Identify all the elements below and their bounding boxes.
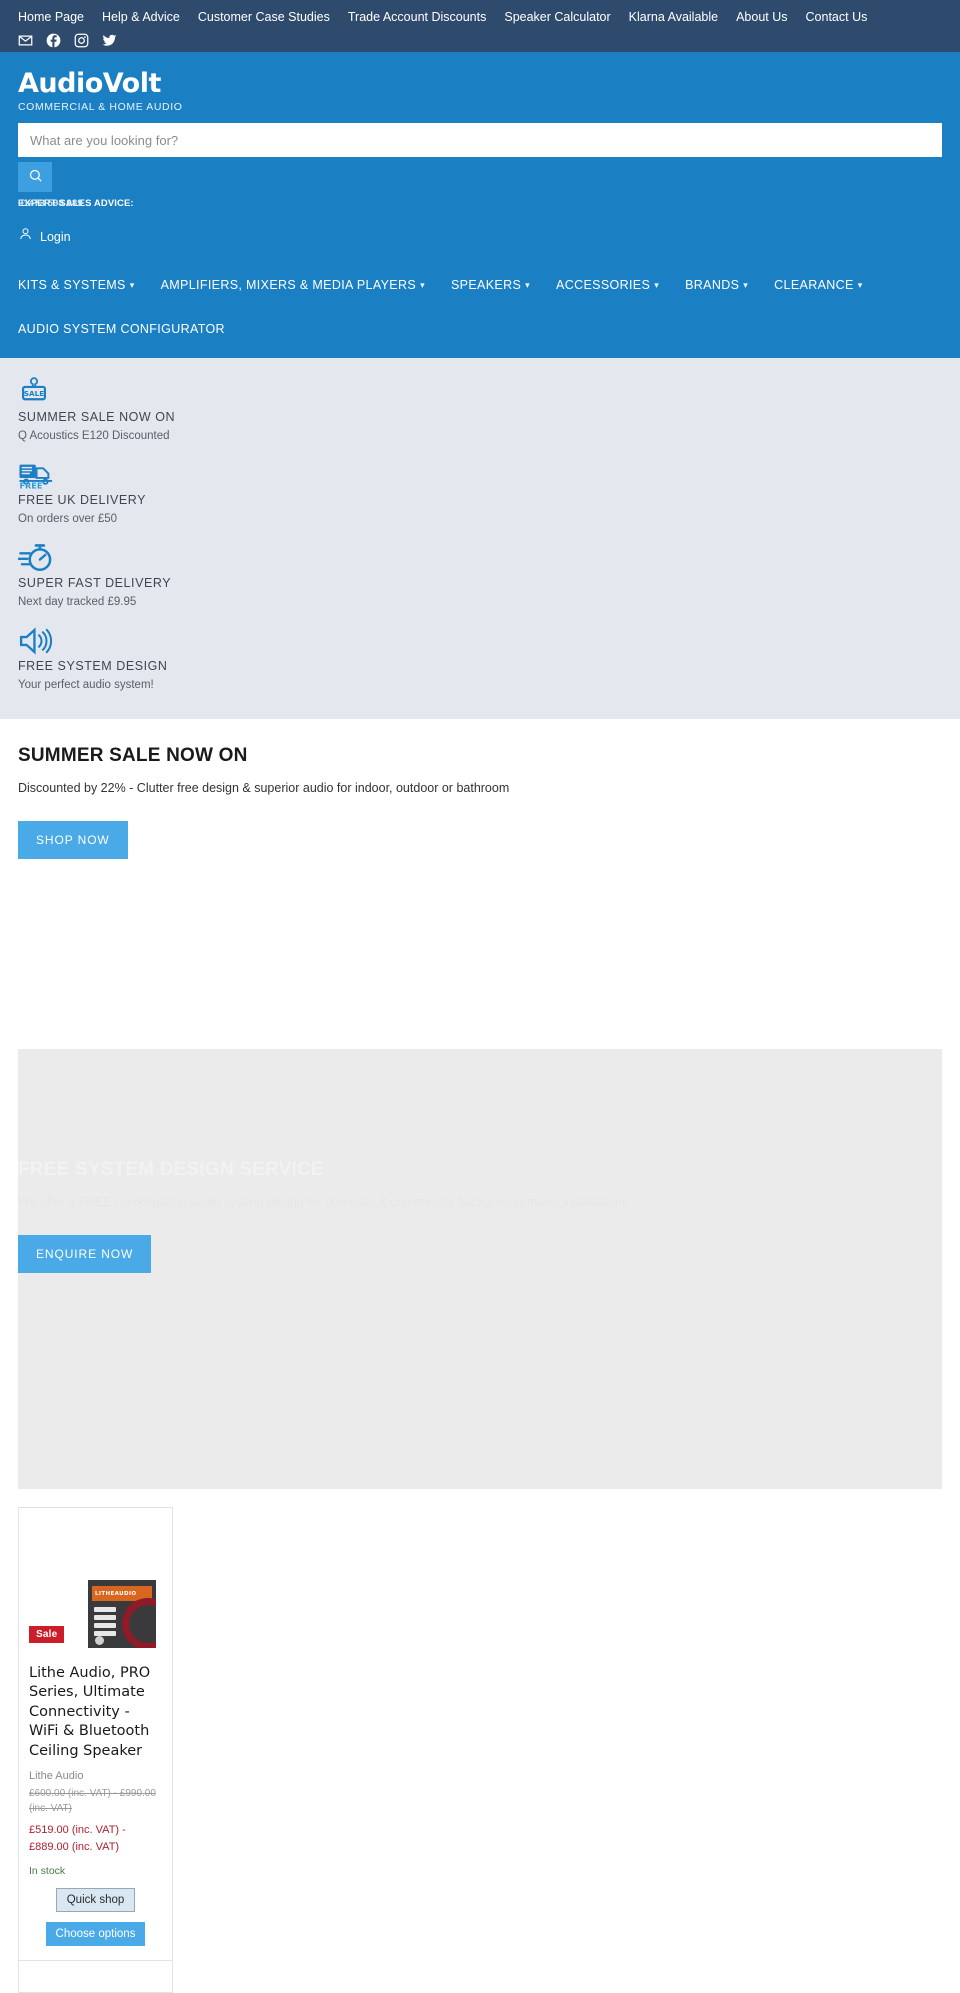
social-links [18,33,942,48]
product-title[interactable]: Lithe Audio, PRO Series, Ultimate Connec… [29,1664,162,1761]
top-link-contact-us[interactable]: Contact Us [806,11,868,24]
expert-sales-advice: EXPERT SALES ADVICE: 01473 598 989 [18,198,942,214]
twitter-icon[interactable] [102,33,117,48]
search-button[interactable] [18,162,52,192]
secondary-navigation: AUDIO SYSTEM CONFIGURATOR [18,316,942,358]
nav-label: ACCESSORIES [556,278,651,292]
enquire-now-button[interactable]: ENQUIRE NOW [18,1235,152,1273]
nav-item-speakers[interactable]: SPEAKERS ▾ [451,272,530,298]
benefits-strip: SALE SUMMER SALE NOW ON Q Acoustics E120… [0,358,960,719]
product-card[interactable]: LITHEAUDIO Sale Lithe Audio, PRO Series,… [18,1507,173,1962]
chevron-down-icon: ▾ [654,279,660,290]
speaker-ring-detail [122,1598,156,1648]
svg-text:SALE: SALE [24,389,44,398]
quick-shop-button[interactable]: Quick shop [55,1888,136,1913]
facebook-icon[interactable] [46,33,61,48]
nav-item-brands[interactable]: BRANDS ▾ [685,272,748,298]
delivery-truck-icon: FREE [18,459,942,491]
shop-now-button[interactable]: SHOP NOW [18,821,128,859]
choose-options-button[interactable]: Choose options [45,1922,146,1947]
hero-summer-sale: SUMMER SALE NOW ON Discounted by 22% - C… [18,719,942,1049]
main-navigation: KITS & SYSTEMS ▾ AMPLIFIERS, MIXERS & ME… [18,272,942,304]
nav-item-amplifiers-mixers-media-players[interactable]: AMPLIFIERS, MIXERS & MEDIA PLAYERS ▾ [161,272,425,298]
hero-subtitle: We offer a FREE no obligation audio syst… [18,1195,629,1209]
nav-label: AMPLIFIERS, MIXERS & MEDIA PLAYERS [160,278,417,292]
nav-label: SPEAKERS [450,278,522,292]
speaker-volume-icon [18,625,942,657]
svg-text:FREE: FREE [19,480,42,490]
top-link-klarna-available[interactable]: Klarna Available [629,11,718,24]
benefit-title: SUPER FAST DELIVERY [18,576,172,590]
login-label: Login [40,229,71,244]
benefit-free-system-design[interactable]: FREE SYSTEM DESIGN Your perfect audio sy… [18,625,942,691]
product-actions: Quick shop Choose options [29,1888,162,1947]
chevron-down-icon: ▾ [857,279,863,290]
top-utility-links: Home Page Help & Advice Customer Case St… [18,6,942,24]
hero-subtitle: Discounted by 22% - Clutter free design … [18,781,510,795]
sale-tag-icon: SALE [18,376,942,408]
product-vendor: Lithe Audio [29,1770,84,1783]
top-link-home-page[interactable]: Home Page [18,11,84,24]
benefit-summer-sale[interactable]: SALE SUMMER SALE NOW ON Q Acoustics E120… [18,376,942,442]
chevron-down-icon: ▾ [420,279,425,290]
benefit-title: FREE UK DELIVERY [18,493,147,507]
benefit-title: FREE SYSTEM DESIGN [18,659,168,673]
product-price-original: £600.00 (inc. VAT) - £990.00 (inc. VAT) [29,1788,156,1814]
top-link-speaker-calculator[interactable]: Speaker Calculator [504,11,610,24]
benefit-free-uk-delivery[interactable]: FREE FREE UK DELIVERY On orders over £50 [18,459,942,525]
product-card-next[interactable] [18,1961,173,1993]
product-price-sale: £519.00 (inc. VAT) - £889.00 (inc. VAT) [29,1824,126,1853]
nav-item-kits-systems[interactable]: KITS & SYSTEMS ▾ [18,272,135,298]
top-link-customer-case-studies[interactable]: Customer Case Studies [198,11,330,24]
instagram-icon[interactable] [74,33,89,48]
chevron-down-icon: ▾ [743,279,749,290]
nav-item-accessories[interactable]: ACCESSORIES ▾ [556,272,659,298]
expert-sales-advice-phone[interactable]: 01473 598 989 [18,198,83,209]
user-icon [18,226,33,247]
hero-system-design: FREE SYSTEM DESIGN SERVICE We offer a FR… [18,1049,942,1489]
benefit-subtitle: On orders over £50 [18,513,118,525]
shopping-cart-icon[interactable] [916,122,938,144]
nav-item-clearance[interactable]: CLEARANCE ▾ [774,272,862,298]
stopwatch-icon [18,542,942,574]
nav-label: KITS & SYSTEMS [18,278,126,292]
nav-label: BRANDS [685,278,740,292]
product-media: LITHEAUDIO Sale [29,1518,162,1653]
benefit-super-fast-delivery[interactable]: SUPER FAST DELIVERY Next day tracked £9.… [18,542,942,608]
search-icon [28,168,43,186]
benefit-title: SUMMER SALE NOW ON [18,410,176,424]
top-link-help-advice[interactable]: Help & Advice [102,11,180,24]
hero-title: SUMMER SALE NOW ON [18,745,248,766]
page-root: Home Page Help & Advice Customer Case St… [0,0,960,1993]
status-badge: Sale [29,1626,65,1643]
logo-tagline: COMMERCIAL & HOME AUDIO [18,101,183,113]
logo-text: AudioVolt [18,68,161,99]
top-link-about-us[interactable]: About Us [736,11,787,24]
top-utility-bar: Home Page Help & Advice Customer Case St… [0,0,960,52]
nav-item-audio-system-configurator[interactable]: AUDIO SYSTEM CONFIGURATOR [18,316,225,342]
top-link-trade-account-discounts[interactable]: Trade Account Discounts [348,11,487,24]
nav-label: CLEARANCE [774,278,854,292]
account-login[interactable]: Login [18,226,942,247]
site-logo[interactable]: AudioVolt COMMERCIAL & HOME AUDIO [18,66,942,113]
chevron-down-icon: ▾ [525,279,531,290]
benefit-subtitle: Q Acoustics E120 Discounted [18,430,170,442]
product-grid: LITHEAUDIO Sale Lithe Audio, PRO Series,… [0,1489,960,1993]
benefit-subtitle: Next day tracked £9.95 [18,596,137,608]
benefit-subtitle: Your perfect audio system! [18,679,154,691]
site-header: AudioVolt COMMERCIAL & HOME AUDIO EXPERT… [0,52,960,358]
product-image: LITHEAUDIO [88,1580,156,1648]
hero-title: FREE SYSTEM DESIGN SERVICE [18,1159,324,1180]
chevron-down-icon: ▾ [129,279,135,290]
email-icon[interactable] [18,33,33,48]
search-area [18,123,942,192]
product-stock-status: In stock [29,1865,66,1878]
search-input[interactable] [18,123,942,157]
nav-label: AUDIO SYSTEM CONFIGURATOR [18,322,225,336]
